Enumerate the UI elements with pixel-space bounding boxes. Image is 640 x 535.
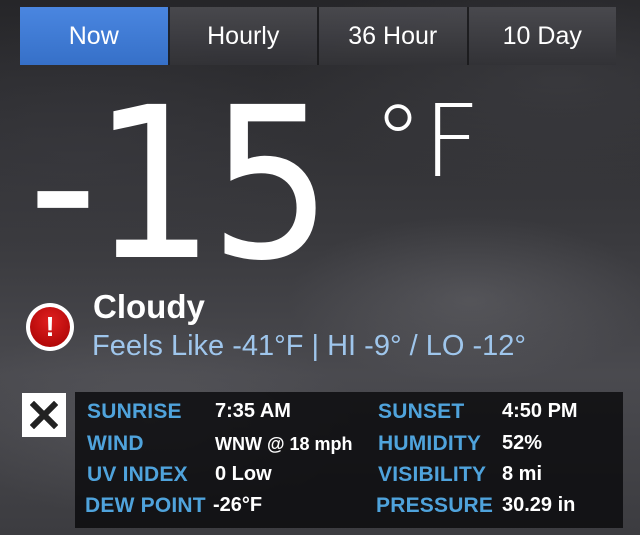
sunset-value: 4:50 PM [502,400,578,422]
wind-value: WNW @ 18 mph [215,434,353,454]
alert-symbol: ! [30,307,70,347]
dew-point-value: -26°F [213,494,263,516]
sunset-label: SUNSET [378,400,465,423]
uv-index-value: 0 Low [215,463,272,485]
sunrise-label: SUNRISE [87,400,182,423]
close-x-glyph [30,401,58,429]
current-temperature: -15 °F [28,62,481,307]
visibility-value: 8 mi [502,463,543,485]
tab-10-day[interactable]: 10 Day [468,7,616,65]
visibility-label: VISIBILITY [378,463,487,486]
condition-text: Cloudy [93,288,205,325]
pressure-label: PRESSURE [376,494,494,517]
feels-like-text: Feels Like -41°F | HI -9° / LO -12° [92,330,526,362]
details-row-uv: UV INDEX 0 Low VISIBILITY 8 mi [75,463,623,493]
uv-index-label: UV INDEX [87,463,188,486]
humidity-label: HUMIDITY [378,432,482,455]
tab-now[interactable]: Now [20,7,170,65]
view-tabs: Now Hourly 36 Hour 10 Day [20,7,616,65]
details-row-dew: DEW POINT -26°F PRESSURE 30.29 in [75,494,623,524]
sunrise-value: 7:35 AM [215,400,291,422]
tab-36-hour[interactable]: 36 Hour [319,7,469,65]
pressure-value: 30.29 in [502,494,576,516]
details-panel: SUNRISE 7:35 AM SUNSET 4:50 PM WIND WNW … [75,392,623,528]
wind-label: WIND [87,432,144,455]
humidity-value: 52% [502,432,543,454]
alert-exclamation-icon[interactable]: ! [26,303,74,351]
temperature-unit: °F [373,83,481,200]
close-x-icon[interactable] [22,393,66,437]
temperature-value: -15 [28,62,333,307]
dew-point-label: DEW POINT [85,494,206,517]
tab-hourly[interactable]: Hourly [169,7,319,65]
details-row-wind: WIND WNW @ 18 mph HUMIDITY 52% [75,432,623,462]
details-row-sun: SUNRISE 7:35 AM SUNSET 4:50 PM [75,400,623,430]
